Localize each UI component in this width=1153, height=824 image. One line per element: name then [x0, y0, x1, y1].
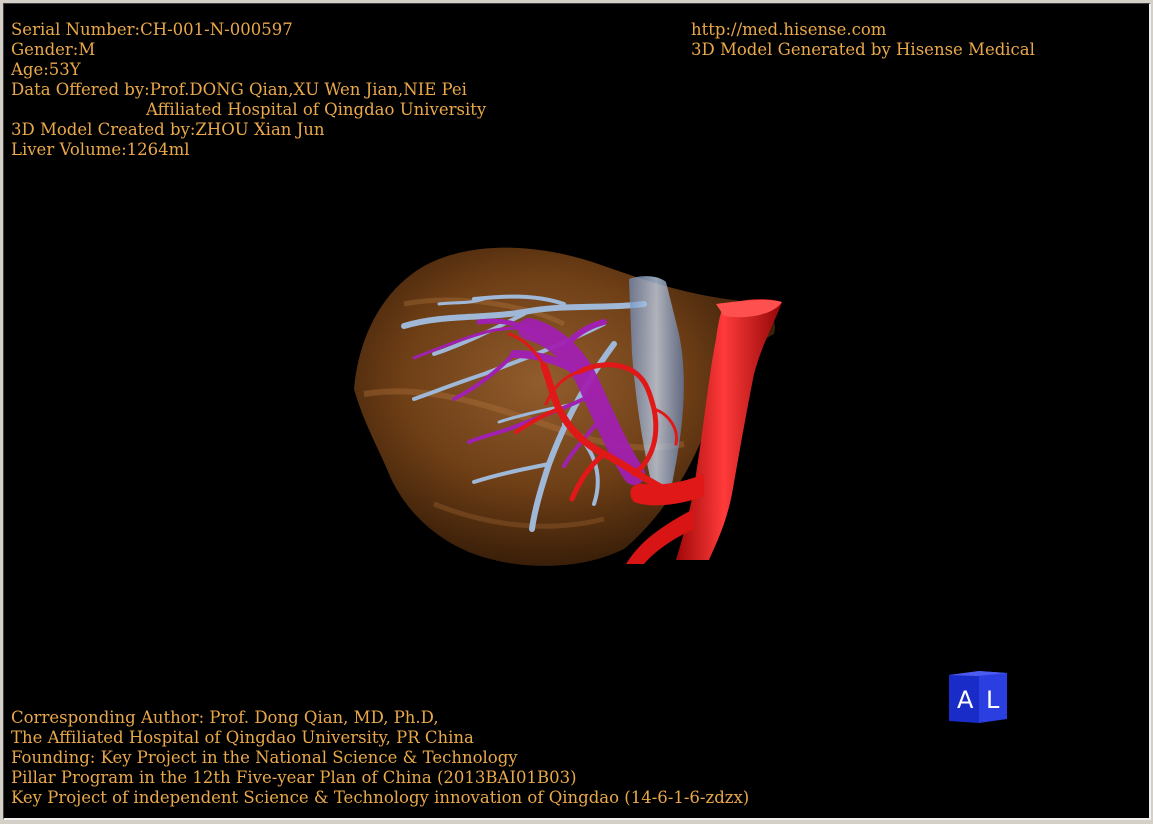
- model-created-by: 3D Model Created by:ZHOU Xian Jun: [11, 120, 325, 139]
- viewer-canvas[interactable]: Serial Number:CH-001-N-000597 Gender:M A…: [3, 3, 1151, 820]
- corresponding-author: Corresponding Author: Prof. Dong Qian, M…: [11, 708, 439, 727]
- orientation-cube-icon[interactable]: A L: [945, 669, 1009, 725]
- qingdao-project: Key Project of independent Science & Tec…: [11, 788, 750, 807]
- data-offered-by: Data Offered by:Prof.DONG Qian,XU Wen Ji…: [11, 80, 467, 99]
- liver-volume: Liver Volume:1264ml: [11, 140, 190, 159]
- orientation-label-anterior: A: [957, 686, 974, 714]
- gender: Gender:M: [11, 40, 96, 59]
- vendor-url: http://med.hisense.com: [691, 20, 887, 39]
- vendor-info-panel: http://med.hisense.com 3D Model Generate…: [691, 20, 1035, 60]
- author-affiliation: The Affiliated Hospital of Qingdao Unive…: [11, 728, 474, 747]
- serial-number: Serial Number:CH-001-N-000597: [11, 20, 293, 39]
- founding: Founding: Key Project in the National Sc…: [11, 748, 518, 767]
- patient-info-panel: Serial Number:CH-001-N-000597 Gender:M A…: [11, 20, 486, 160]
- orientation-label-left: L: [986, 686, 1000, 714]
- pillar-program: Pillar Program in the 12th Five-year Pla…: [11, 768, 577, 787]
- hospital-name: Affiliated Hospital of Qingdao Universit…: [146, 100, 487, 119]
- age: Age:53Y: [11, 60, 81, 79]
- credits-panel: Corresponding Author: Prof. Dong Qian, M…: [11, 708, 749, 808]
- generated-by: 3D Model Generated by Hisense Medical: [691, 40, 1035, 59]
